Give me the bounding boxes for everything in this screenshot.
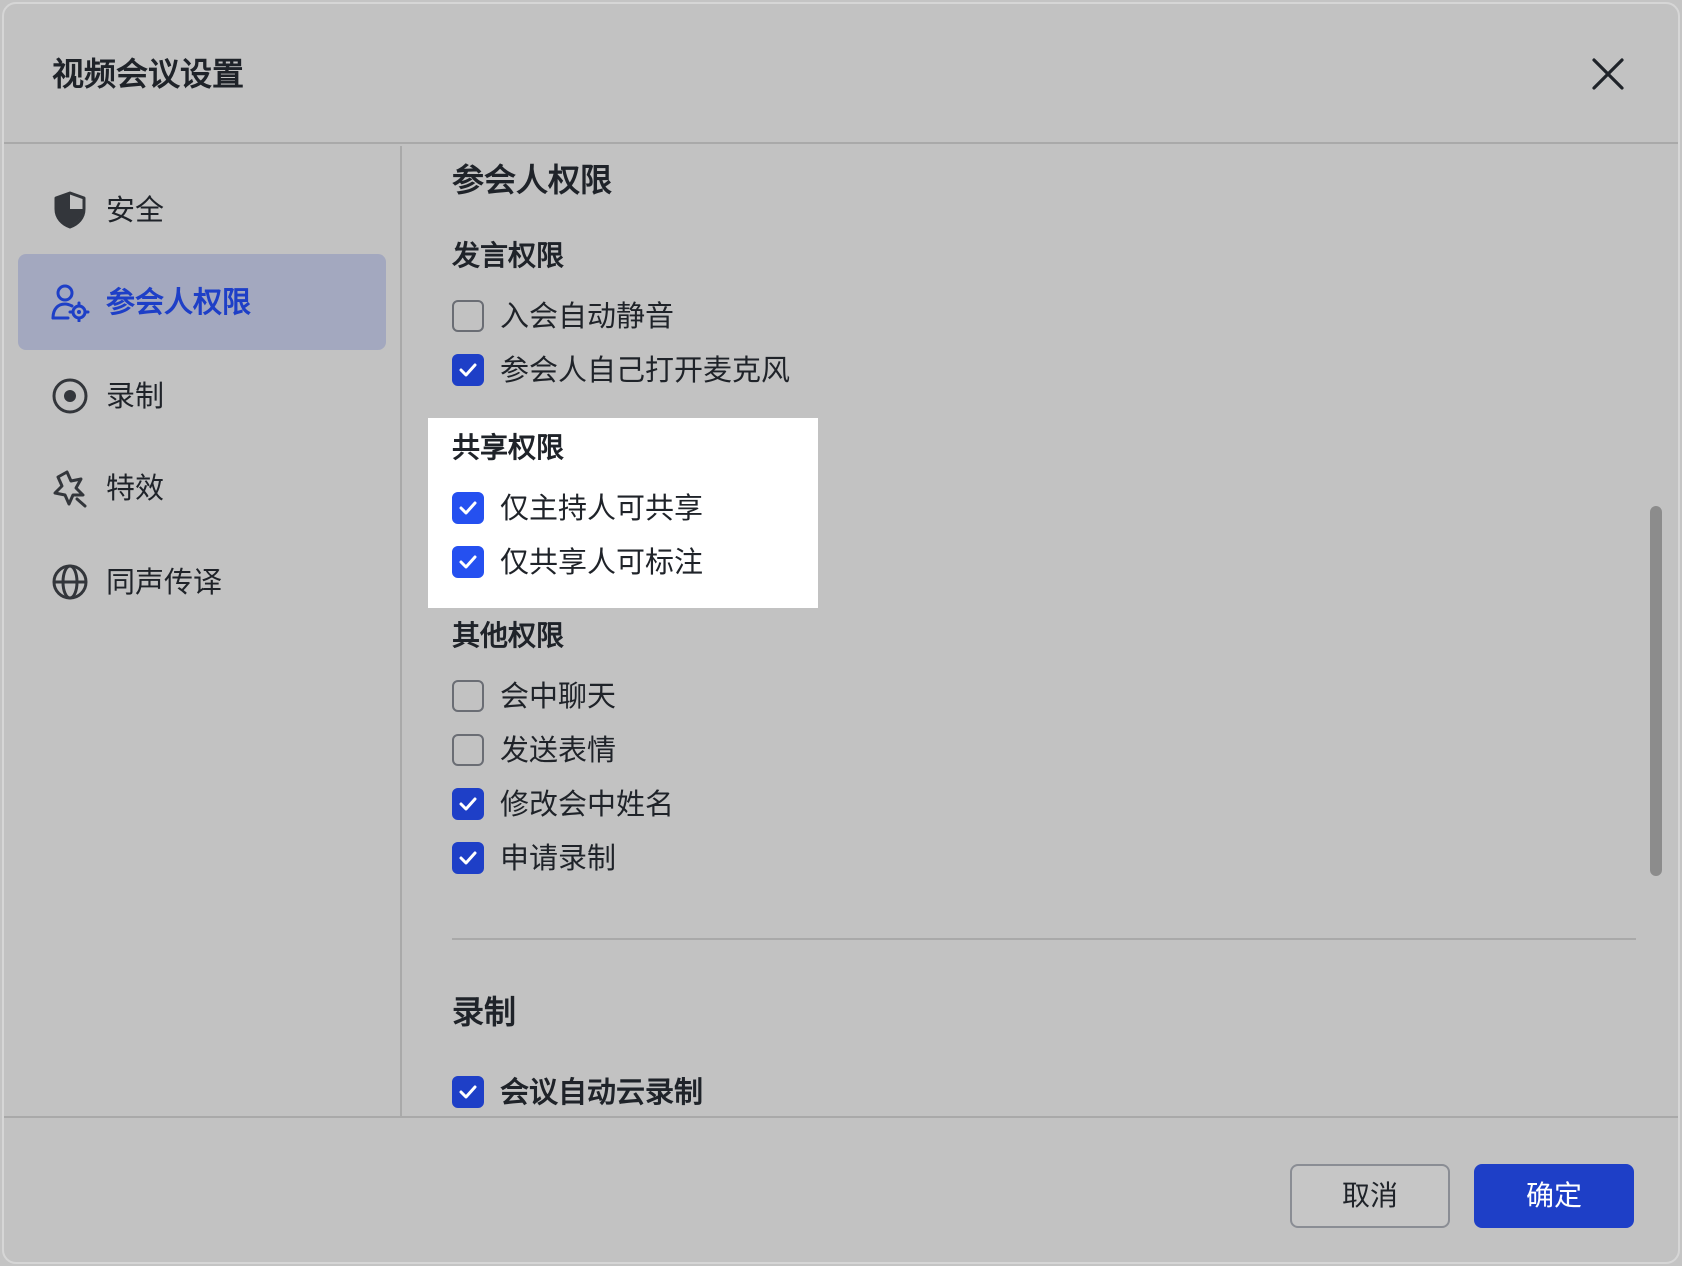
settings-dialog: 视频会议设置 安全 参会人权限 录制 特效 同声传译 参会人权限 发言权限 入会… [2, 2, 1680, 1264]
option-label: 修改会中姓名 [500, 787, 675, 821]
shield-icon [50, 190, 90, 230]
section-divider [452, 938, 1636, 940]
dialog-header: 视频会议设置 [4, 4, 1678, 144]
option-label: 会议自动云录制 [500, 1075, 704, 1109]
checkbox[interactable] [452, 788, 484, 820]
checkbox[interactable] [452, 300, 484, 332]
check-icon [459, 1085, 477, 1099]
close-button[interactable] [1586, 52, 1630, 96]
option-request-recording[interactable]: 申请录制 [452, 838, 616, 878]
option-in-meeting-chat[interactable]: 会中聊天 [452, 676, 616, 716]
option-auto-mute[interactable]: 入会自动静音 [452, 296, 674, 336]
user-settings-icon [50, 282, 90, 322]
option-sharer-only-annotate[interactable]: 仅共享人可标注 [452, 542, 703, 582]
option-auto-cloud-recording[interactable]: 会议自动云录制 [452, 1072, 703, 1112]
sidebar-item-participant-permissions[interactable]: 参会人权限 [18, 254, 386, 350]
record-icon [50, 376, 90, 416]
globe-icon [50, 562, 90, 602]
checkbox[interactable] [452, 546, 484, 578]
check-icon [459, 501, 477, 515]
sidebar-item-label: 参会人权限 [106, 285, 252, 319]
checkbox[interactable] [452, 354, 484, 386]
dialog-footer: 取消 确定 [4, 1116, 1678, 1262]
option-self-unmute[interactable]: 参会人自己打开麦克风 [452, 350, 790, 390]
settings-content: 参会人权限 发言权限 入会自动静音 参会人自己打开麦克风 共享权限 仅主持人可共… [404, 146, 1666, 1116]
sidebar-item-recording[interactable]: 录制 [18, 348, 386, 444]
section-title-recording: 录制 [452, 993, 517, 1031]
dialog-title: 视频会议设置 [52, 55, 245, 93]
checkbox[interactable] [452, 1076, 484, 1108]
check-icon [459, 851, 477, 865]
cancel-button[interactable]: 取消 [1290, 1164, 1450, 1228]
option-label: 申请录制 [500, 841, 617, 875]
option-label: 会中聊天 [500, 679, 617, 713]
option-label: 发送表情 [500, 733, 617, 767]
sidebar-item-label: 录制 [106, 379, 165, 413]
section-title-participant-permissions: 参会人权限 [452, 161, 613, 199]
option-host-only-share[interactable]: 仅主持人可共享 [452, 488, 703, 528]
sidebar-item-effects[interactable]: 特效 [18, 440, 386, 536]
sidebar-item-label: 特效 [106, 471, 165, 505]
option-rename-in-meeting[interactable]: 修改会中姓名 [452, 784, 674, 824]
sidebar-item-interpretation[interactable]: 同声传译 [18, 534, 386, 630]
sidebar: 安全 参会人权限 录制 特效 同声传译 [4, 146, 402, 1116]
group-title-share: 共享权限 [452, 431, 565, 464]
option-label: 仅共享人可标注 [500, 545, 704, 579]
sparkle-icon [50, 468, 90, 508]
group-title-speak: 发言权限 [452, 239, 565, 272]
sidebar-item-security[interactable]: 安全 [18, 162, 386, 258]
scrollbar[interactable] [1648, 146, 1662, 1116]
sidebar-item-label: 同声传译 [106, 565, 223, 599]
checkbox[interactable] [452, 842, 484, 874]
group-title-other: 其他权限 [452, 619, 565, 652]
option-send-reactions[interactable]: 发送表情 [452, 730, 616, 770]
check-icon [459, 555, 477, 569]
check-icon [459, 363, 477, 377]
option-label: 仅主持人可共享 [500, 491, 704, 525]
close-icon [1592, 58, 1624, 90]
scrollbar-thumb[interactable] [1650, 506, 1662, 876]
option-label: 参会人自己打开麦克风 [500, 353, 791, 387]
sidebar-item-label: 安全 [106, 193, 165, 227]
option-label: 入会自动静音 [500, 299, 675, 333]
checkbox[interactable] [452, 680, 484, 712]
checkbox[interactable] [452, 734, 484, 766]
confirm-button[interactable]: 确定 [1474, 1164, 1634, 1228]
check-icon [459, 797, 477, 811]
checkbox[interactable] [452, 492, 484, 524]
